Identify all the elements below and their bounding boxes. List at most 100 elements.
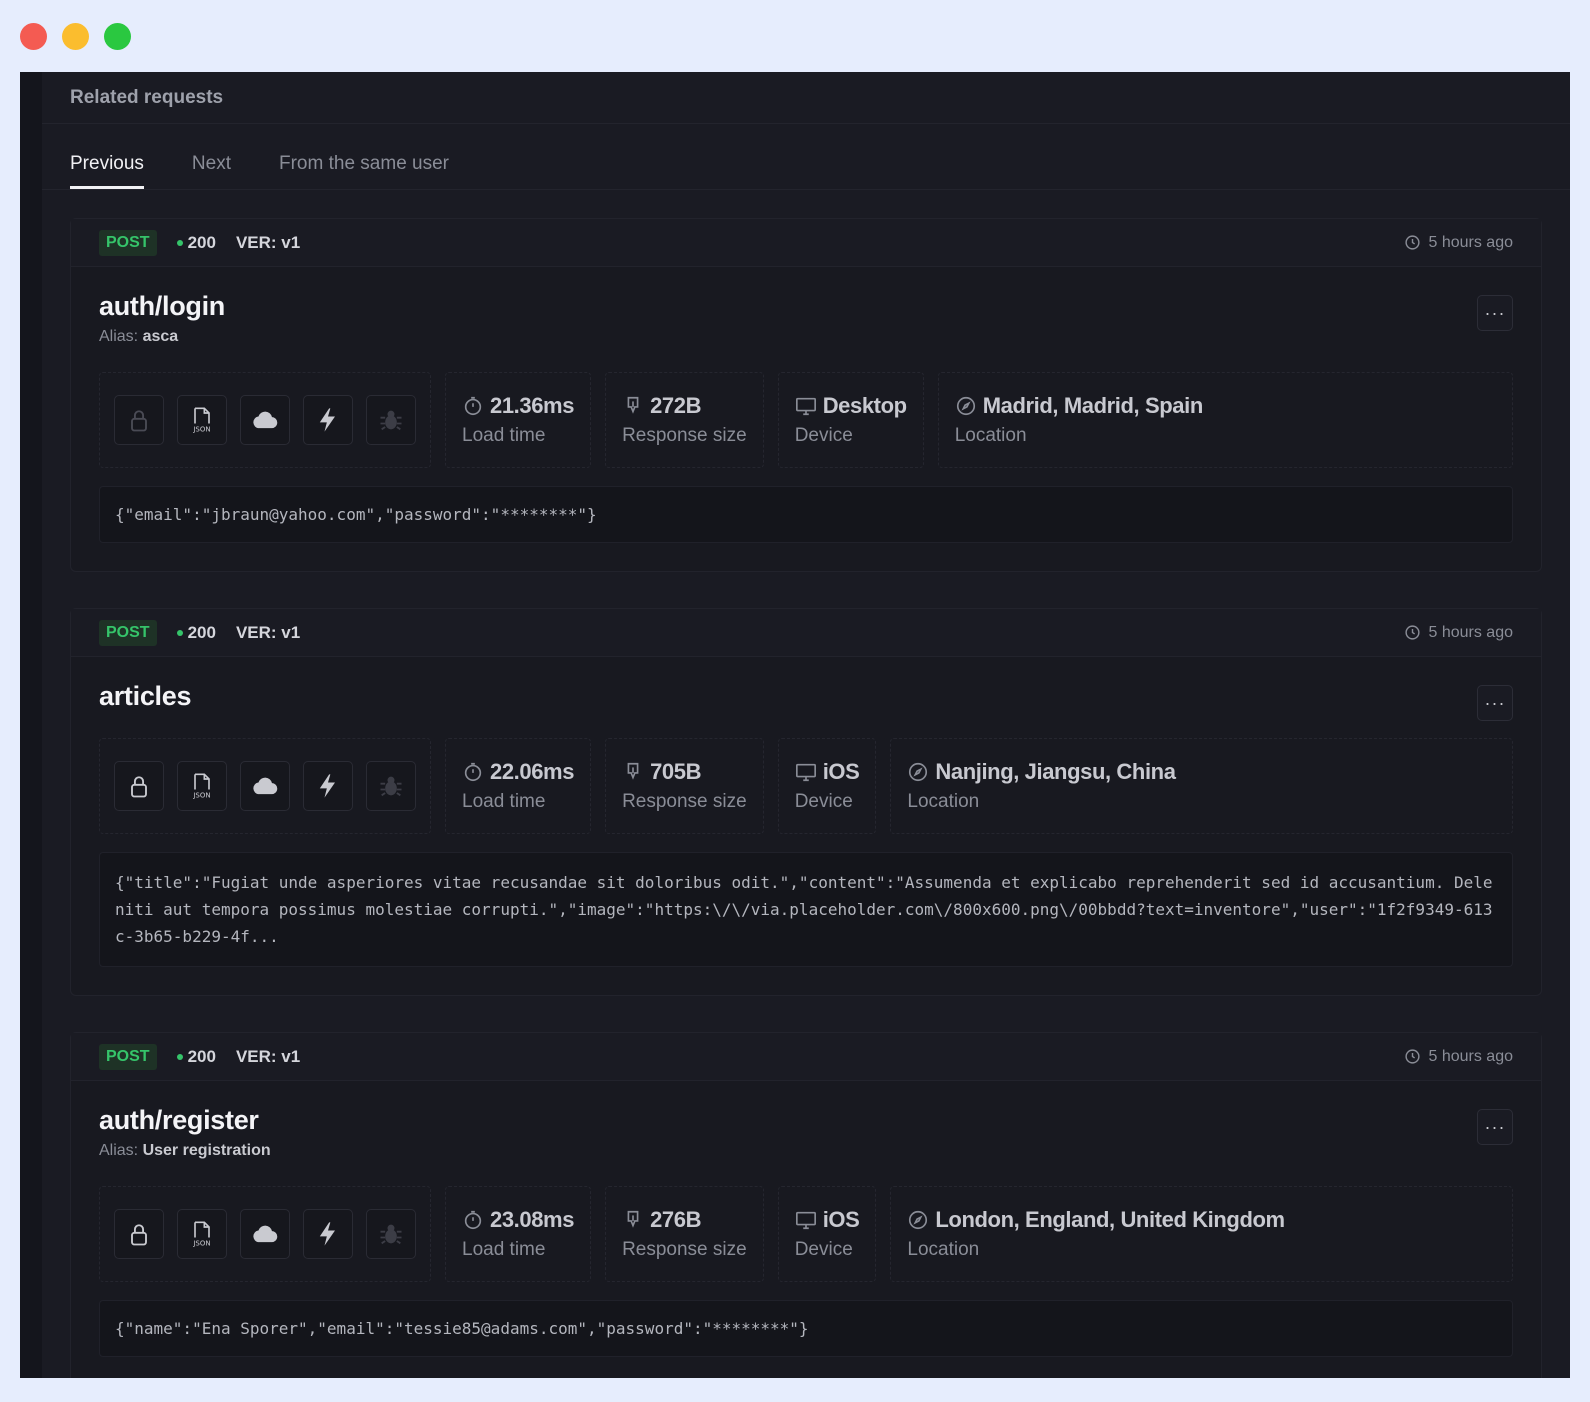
alias-prefix: Alias:	[99, 328, 139, 345]
method-badge: POST	[99, 229, 157, 256]
feature-icons: JSON	[99, 372, 431, 468]
request-card[interactable]: POST 200 VER: v1 5 hours ago auth/login …	[70, 218, 1542, 572]
status-dot-icon	[176, 239, 183, 246]
request-meta-bar: POST 200 VER: v1 5 hours ago	[71, 219, 1541, 267]
panel-title: Related requests	[70, 86, 224, 108]
request-meta-bar: POST 200 VER: v1 5 hours ago	[71, 609, 1541, 657]
tab-same-user[interactable]: From the same user	[279, 153, 449, 189]
clock-icon	[1405, 235, 1421, 250]
load-time-label: Load time	[462, 1239, 546, 1260]
timestamp: 5 hours ago	[1404, 1048, 1513, 1066]
version-label: VER: v1	[235, 232, 301, 252]
cloud-icon[interactable]	[240, 395, 290, 445]
location-metric: Madrid, Madrid, Spain Location	[937, 372, 1513, 468]
lightning-icon[interactable]	[303, 395, 353, 445]
lock-icon[interactable]	[114, 761, 164, 811]
metrics-row: JSON 23.08ms Load time 276B Response siz…	[99, 1186, 1513, 1282]
request-card[interactable]: POST 200 VER: v1 5 hours ago articles ··…	[70, 608, 1542, 996]
bug-icon[interactable]	[366, 1209, 416, 1259]
minimize-window-button[interactable]	[62, 23, 89, 50]
monitor-icon	[795, 1211, 816, 1230]
lightning-icon[interactable]	[303, 1209, 353, 1259]
request-payload[interactable]: {"title":"Fugiat unde asperiores vitae r…	[99, 852, 1513, 967]
metrics-row: JSON 21.36ms Load time 272B Response siz…	[99, 372, 1513, 468]
request-payload[interactable]: {"name":"Ena Sporer","email":"tessie85@a…	[99, 1300, 1513, 1357]
location-value: London, England, United Kingdom	[935, 1207, 1285, 1232]
location-label: Location	[907, 791, 980, 812]
device-label: Device	[794, 425, 853, 446]
location-label: Location	[907, 1239, 980, 1260]
endpoint-title[interactable]: auth/register	[99, 1105, 1513, 1136]
download-icon	[627, 1210, 639, 1228]
response-size-metric: 276B Response size	[605, 1186, 764, 1282]
lock-icon[interactable]	[114, 1209, 164, 1259]
json-file-icon[interactable]: JSON	[177, 395, 227, 445]
more-options-button[interactable]: ···	[1477, 1109, 1513, 1145]
lightning-icon[interactable]	[303, 761, 353, 811]
tab-previous[interactable]: Previous	[70, 153, 144, 189]
response-size-value: 705B	[650, 759, 702, 784]
endpoint-title[interactable]: articles	[99, 681, 1513, 712]
cloud-icon[interactable]	[240, 1209, 290, 1259]
status-code-value: 200	[187, 622, 216, 642]
json-file-icon[interactable]: JSON	[177, 761, 227, 811]
status-code: 200	[176, 1046, 216, 1067]
device-value: iOS	[822, 759, 860, 784]
timestamp-text: 5 hours ago	[1428, 233, 1513, 251]
svg-text:JSON: JSON	[192, 426, 210, 434]
feature-icons: JSON	[99, 738, 431, 834]
lock-icon[interactable]	[114, 395, 164, 445]
more-options-button[interactable]: ···	[1477, 685, 1513, 721]
device-label: Device	[794, 1239, 853, 1260]
tab-next[interactable]: Next	[192, 153, 231, 189]
json-file-icon[interactable]: JSON	[177, 1209, 227, 1259]
bug-icon[interactable]	[366, 761, 416, 811]
panel-header: Related requests	[42, 72, 1570, 124]
maximize-window-button[interactable]	[104, 23, 131, 50]
alias-value: User registration	[142, 1142, 271, 1159]
monitor-icon	[795, 763, 816, 782]
bug-icon[interactable]	[366, 395, 416, 445]
status-code-value: 200	[187, 1046, 216, 1066]
close-window-button[interactable]	[20, 23, 47, 50]
location-metric: London, England, United Kingdom Location	[890, 1186, 1513, 1282]
timestamp: 5 hours ago	[1404, 234, 1513, 252]
status-code: 200	[176, 622, 216, 643]
compass-icon	[909, 1210, 928, 1230]
timer-icon	[464, 1210, 482, 1230]
cloud-icon[interactable]	[240, 761, 290, 811]
request-body: auth/login Alias: asca ··· JSON 21.36ms …	[71, 267, 1541, 571]
load-time-label: Load time	[462, 791, 546, 812]
svg-text:JSON: JSON	[192, 792, 210, 800]
response-size-label: Response size	[622, 425, 747, 446]
response-size-value: 276B	[650, 1207, 702, 1232]
request-body: articles ··· JSON 22.06ms Load time 705B…	[71, 657, 1541, 995]
request-payload[interactable]: {"email":"jbraun@yahoo.com","password":"…	[99, 486, 1513, 543]
timer-icon	[464, 396, 482, 416]
tab-bar: Previous Next From the same user	[42, 124, 1570, 190]
endpoint-title[interactable]: auth/login	[99, 291, 1513, 322]
device-value: iOS	[822, 1207, 860, 1232]
location-value: Madrid, Madrid, Spain	[982, 393, 1204, 418]
location-metric: Nanjing, Jiangsu, China Location	[890, 738, 1513, 834]
timer-icon	[464, 762, 482, 782]
response-size-metric: 705B Response size	[605, 738, 764, 834]
load-time-value: 23.08ms	[490, 1207, 575, 1232]
device-metric: iOS Device	[777, 738, 877, 834]
request-card[interactable]: POST 200 VER: v1 5 hours ago auth/regist…	[70, 1032, 1542, 1378]
method-badge: POST	[99, 619, 157, 646]
clock-icon	[1405, 1049, 1421, 1064]
load-time-label: Load time	[462, 425, 546, 446]
request-body: auth/register Alias: User registration ·…	[71, 1081, 1541, 1378]
feature-icons: JSON	[99, 1186, 431, 1282]
status-dot-icon	[176, 1053, 183, 1060]
more-options-button[interactable]: ···	[1477, 295, 1513, 331]
response-size-value: 272B	[650, 393, 702, 418]
monitor-icon	[795, 397, 816, 416]
device-label: Device	[794, 791, 853, 812]
timestamp: 5 hours ago	[1404, 624, 1513, 642]
version-label: VER: v1	[235, 622, 301, 642]
alias-prefix: Alias:	[99, 1142, 139, 1159]
load-time-value: 21.36ms	[490, 393, 575, 418]
response-size-label: Response size	[622, 1239, 747, 1260]
